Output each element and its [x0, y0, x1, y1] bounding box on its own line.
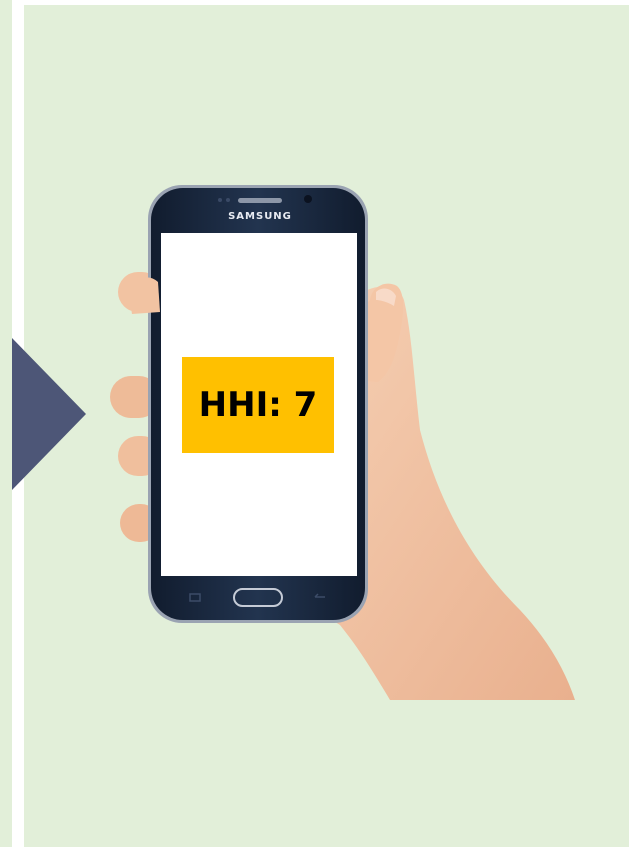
front-camera-icon [304, 195, 312, 203]
hhi-badge: HHI: 7 [182, 357, 334, 453]
slide-page: SAMSUNG HHI: 7 [0, 0, 629, 847]
earpiece-icon [238, 198, 282, 203]
phone-brand-label: SAMSUNG [228, 211, 292, 222]
